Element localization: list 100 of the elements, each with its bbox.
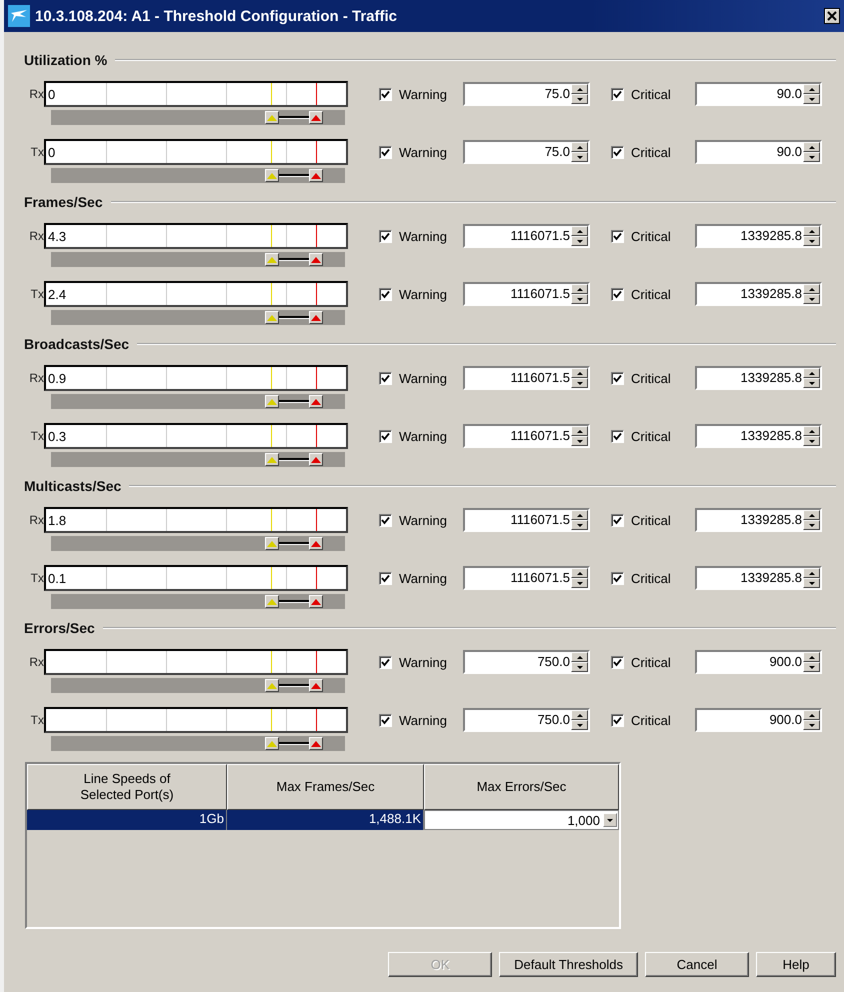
checkbox[interactable] — [379, 514, 392, 526]
critical-thumb[interactable] — [308, 453, 323, 466]
spin-down-button[interactable] — [571, 720, 588, 730]
spin-up-button[interactable] — [571, 368, 588, 378]
warning-thumb[interactable] — [264, 737, 278, 750]
checkbox[interactable] — [379, 714, 392, 726]
checkbox[interactable] — [611, 88, 624, 100]
spin-up-button[interactable] — [803, 284, 820, 294]
dialog-button[interactable]: Default Thresholds — [499, 952, 638, 977]
spin-down-button[interactable] — [803, 236, 820, 246]
spin-field[interactable]: 1339285.8 — [695, 508, 822, 532]
warning-thumb[interactable] — [264, 537, 278, 550]
spin-up-button[interactable] — [803, 226, 820, 236]
spin-up-button[interactable] — [571, 284, 588, 294]
spin-field[interactable]: 900.0 — [695, 708, 822, 732]
spin-field[interactable]: 1116071.5 — [463, 366, 590, 390]
column-header[interactable]: Line Speeds of Selected Port(s) — [27, 764, 227, 810]
checkbox[interactable] — [611, 230, 624, 242]
checkbox[interactable] — [379, 572, 392, 584]
spin-down-button[interactable] — [803, 520, 820, 530]
spin-up-button[interactable] — [803, 426, 820, 436]
checkbox[interactable] — [611, 430, 624, 442]
checkbox[interactable] — [379, 288, 392, 300]
spin-down-button[interactable] — [571, 436, 588, 446]
spin-field[interactable]: 1116071.5 — [463, 566, 590, 590]
spin-up-button[interactable] — [571, 142, 588, 152]
warning-thumb[interactable] — [264, 311, 278, 324]
column-header[interactable]: Max Errors/Sec — [424, 764, 619, 810]
checkbox[interactable] — [379, 230, 392, 242]
warning-thumb[interactable] — [264, 169, 278, 182]
checkbox[interactable] — [611, 514, 624, 526]
combo-box[interactable]: 1,000 — [424, 810, 619, 830]
warning-thumb[interactable] — [264, 111, 278, 124]
spin-down-button[interactable] — [571, 294, 588, 304]
spin-down-button[interactable] — [803, 152, 820, 162]
spin-down-button[interactable] — [571, 662, 588, 672]
spin-up-button[interactable] — [803, 510, 820, 520]
warning-thumb[interactable] — [264, 253, 278, 266]
spin-field[interactable]: 1116071.5 — [463, 282, 590, 306]
checkbox[interactable] — [379, 430, 392, 442]
spin-up-button[interactable] — [571, 426, 588, 436]
warning-thumb[interactable] — [264, 453, 278, 466]
spin-up-button[interactable] — [571, 226, 588, 236]
critical-thumb[interactable] — [308, 111, 323, 124]
spin-up-button[interactable] — [571, 710, 588, 720]
dialog-button[interactable]: Help — [756, 952, 836, 977]
spin-down-button[interactable] — [803, 436, 820, 446]
checkbox[interactable] — [379, 372, 392, 384]
spin-field[interactable]: 90.0 — [695, 82, 822, 106]
spin-field[interactable]: 1116071.5 — [463, 508, 590, 532]
checkbox[interactable] — [611, 656, 624, 668]
critical-thumb[interactable] — [308, 595, 323, 608]
spin-down-button[interactable] — [803, 578, 820, 588]
spin-up-button[interactable] — [803, 84, 820, 94]
spin-down-button[interactable] — [803, 378, 820, 388]
checkbox[interactable] — [379, 88, 392, 100]
critical-thumb[interactable] — [308, 537, 323, 550]
spin-field[interactable]: 750.0 — [463, 650, 590, 674]
critical-thumb[interactable] — [308, 679, 323, 692]
critical-thumb[interactable] — [308, 253, 323, 266]
checkbox[interactable] — [379, 146, 392, 158]
spin-field[interactable]: 1339285.8 — [695, 282, 822, 306]
spin-field[interactable]: 75.0 — [463, 82, 590, 106]
spin-down-button[interactable] — [571, 520, 588, 530]
spin-field[interactable]: 75.0 — [463, 140, 590, 164]
spin-up-button[interactable] — [571, 510, 588, 520]
checkbox[interactable] — [611, 714, 624, 726]
spin-up-button[interactable] — [571, 652, 588, 662]
spin-field[interactable]: 1339285.8 — [695, 424, 822, 448]
spin-down-button[interactable] — [803, 662, 820, 672]
spin-up-button[interactable] — [803, 710, 820, 720]
checkbox[interactable] — [611, 572, 624, 584]
spin-up-button[interactable] — [803, 652, 820, 662]
checkbox[interactable] — [611, 372, 624, 384]
spin-field[interactable]: 90.0 — [695, 140, 822, 164]
spin-field[interactable]: 1339285.8 — [695, 366, 822, 390]
spin-up-button[interactable] — [571, 84, 588, 94]
spin-up-button[interactable] — [803, 568, 820, 578]
spin-down-button[interactable] — [803, 294, 820, 304]
critical-thumb[interactable] — [308, 311, 323, 324]
warning-thumb[interactable] — [264, 595, 278, 608]
critical-thumb[interactable] — [308, 169, 323, 182]
spin-field[interactable]: 1116071.5 — [463, 224, 590, 248]
spin-field[interactable]: 1339285.8 — [695, 566, 822, 590]
checkbox[interactable] — [611, 288, 624, 300]
checkbox[interactable] — [611, 146, 624, 158]
spin-down-button[interactable] — [571, 378, 588, 388]
spin-field[interactable]: 900.0 — [695, 650, 822, 674]
spin-field[interactable]: 750.0 — [463, 708, 590, 732]
spin-down-button[interactable] — [803, 720, 820, 730]
warning-thumb[interactable] — [264, 395, 278, 408]
critical-thumb[interactable] — [308, 395, 323, 408]
spin-down-button[interactable] — [571, 94, 588, 104]
spin-down-button[interactable] — [571, 578, 588, 588]
spin-down-button[interactable] — [803, 94, 820, 104]
spin-down-button[interactable] — [571, 152, 588, 162]
dialog-button[interactable]: Cancel — [645, 952, 749, 977]
column-header[interactable]: Max Frames/Sec — [227, 764, 424, 810]
spin-up-button[interactable] — [803, 368, 820, 378]
warning-thumb[interactable] — [264, 679, 278, 692]
